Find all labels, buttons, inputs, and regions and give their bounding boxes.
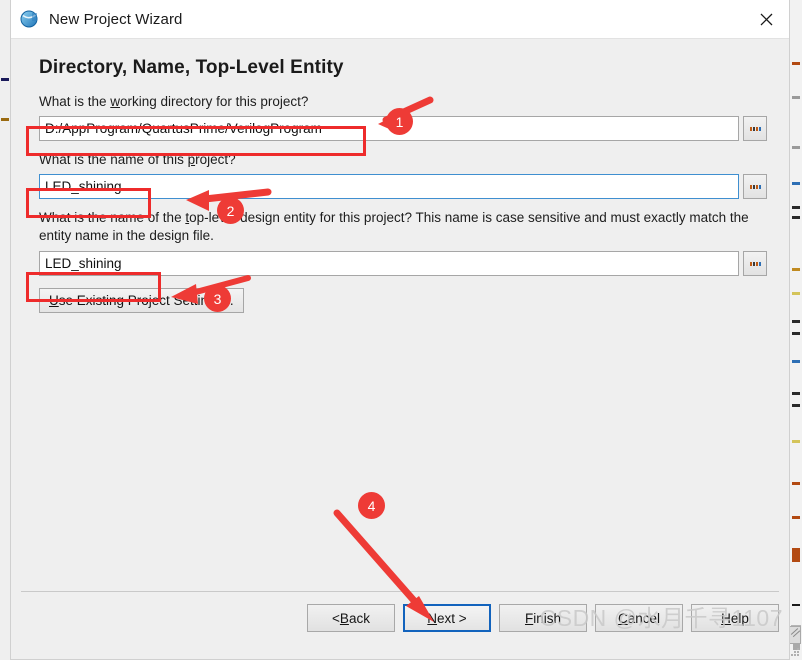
accelerator-letter: p: [187, 152, 196, 167]
label-text-pre: What is the: [39, 94, 111, 109]
working-directory-label: What is the working directory for this p…: [39, 93, 767, 111]
background-text-fragment: [792, 216, 800, 219]
project-name-row: LED_shining: [39, 174, 767, 199]
background-text-fragment: [1, 118, 9, 121]
button-label-post: ancel: [627, 610, 661, 626]
dialog-footer: < Back Next > Finish Cancel Help: [307, 604, 779, 632]
background-text-fragment: [792, 292, 800, 295]
background-text-fragment: [792, 96, 800, 99]
background-text-fragment: [792, 332, 800, 335]
footer-divider: [21, 591, 779, 592]
accelerator-letter: w: [110, 94, 121, 109]
label-text-post: roject?: [195, 152, 236, 167]
background-text-fragment: [792, 440, 800, 443]
button-label-post: inish: [533, 610, 561, 626]
background-text-fragment: [792, 320, 800, 323]
background-text-fragment: [792, 404, 800, 407]
project-name-input[interactable]: LED_shining: [39, 174, 739, 199]
background-text-fragment: [792, 604, 800, 606]
window-title: New Project Wizard: [49, 10, 183, 28]
finish-button[interactable]: Finish: [499, 604, 587, 632]
cancel-button[interactable]: Cancel: [595, 604, 683, 632]
background-window-right-sliver: [788, 0, 802, 660]
label-text-pre: What is the name of the: [39, 210, 186, 225]
background-text-fragment: [792, 182, 800, 185]
ellipsis-icon: [749, 261, 761, 266]
accelerator-letter: F: [524, 610, 534, 626]
button-label-post: elp: [730, 610, 749, 626]
background-text-fragment: [792, 146, 800, 149]
ellipsis-icon: [749, 184, 761, 189]
use-existing-project-settings-button[interactable]: Use Existing Project Settings...: [39, 288, 244, 313]
background-text-fragment: [792, 206, 800, 209]
top-level-entity-input[interactable]: LED_shining: [39, 251, 739, 276]
help-button[interactable]: Help: [691, 604, 779, 632]
background-text-fragment: [792, 516, 800, 519]
resize-grip[interactable]: [791, 648, 801, 658]
top-level-entity-browse-button[interactable]: [743, 251, 767, 276]
background-text-fragment: [792, 548, 800, 562]
button-label-post: ack: [348, 610, 370, 626]
background-window-left-sliver: [0, 0, 10, 660]
project-name-browse-button[interactable]: [743, 174, 767, 199]
working-directory-row: D:/AppProgram/QuartusPrime/VerilogProgra…: [39, 116, 767, 141]
back-button[interactable]: < Back: [307, 604, 395, 632]
label-text-post: orking directory for this project?: [120, 94, 309, 109]
dialog-body: Directory, Name, Top-Level Entity What i…: [11, 39, 789, 639]
top-level-entity-label: What is the name of the top-level design…: [39, 209, 767, 245]
globe-icon: [20, 9, 40, 29]
close-icon[interactable]: [743, 0, 789, 38]
background-text-fragment: [1, 78, 9, 81]
accelerator-letter: U: [49, 293, 59, 308]
accelerator-letter: N: [427, 610, 438, 626]
label-text-pre: What is the name of this: [39, 152, 188, 167]
background-text-fragment: [792, 392, 800, 395]
ellipsis-icon: [749, 126, 761, 131]
accelerator-letter: H: [721, 610, 731, 626]
project-name-label: What is the name of this project?: [39, 151, 767, 169]
working-directory-input[interactable]: D:/AppProgram/QuartusPrime/VerilogProgra…: [39, 116, 739, 141]
next-button[interactable]: Next >: [403, 604, 491, 632]
background-text-fragment: [792, 360, 800, 363]
page-title: Directory, Name, Top-Level Entity: [39, 57, 344, 78]
background-text-fragment: [792, 62, 800, 65]
title-bar: New Project Wizard: [11, 0, 789, 39]
background-text-fragment: [792, 482, 800, 485]
working-directory-browse-button[interactable]: [743, 116, 767, 141]
button-label: se Existing Project Settings...: [58, 293, 234, 308]
top-level-entity-row: LED_shining: [39, 251, 767, 276]
background-text-fragment: [792, 268, 800, 271]
button-label-pre: <: [332, 610, 340, 626]
accelerator-letter: B: [339, 610, 349, 626]
button-label-post: ext >: [437, 610, 467, 626]
accelerator-letter: C: [617, 610, 628, 626]
new-project-wizard-dialog: New Project Wizard Directory, Name, Top-…: [10, 0, 790, 660]
